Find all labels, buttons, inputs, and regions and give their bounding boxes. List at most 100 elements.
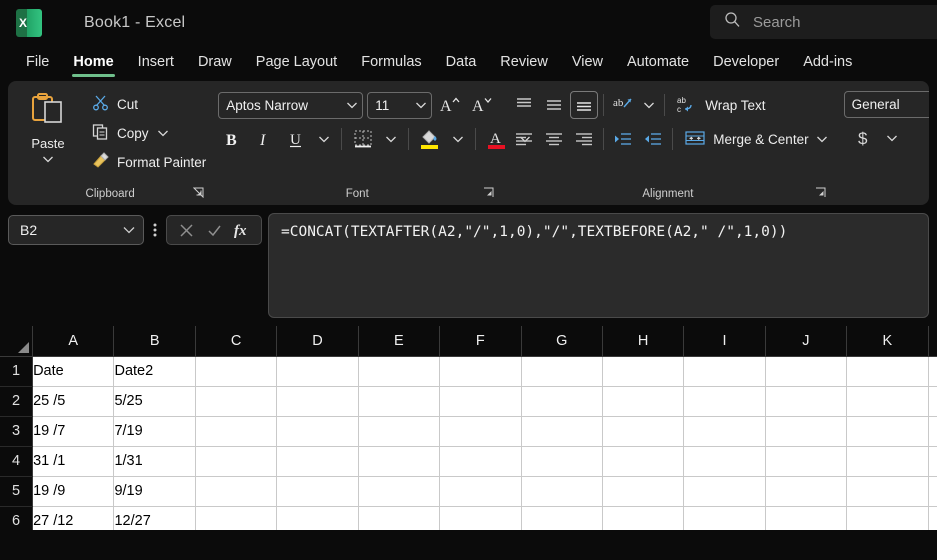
cell-g6[interactable] bbox=[521, 506, 603, 530]
column-header-g[interactable]: G bbox=[521, 326, 603, 357]
chevron-down-icon[interactable] bbox=[42, 151, 54, 169]
column-header-d[interactable]: D bbox=[276, 326, 359, 357]
column-header-h[interactable]: H bbox=[602, 326, 685, 357]
cell-b4[interactable]: 1/31 bbox=[113, 446, 196, 477]
column-header-l[interactable]: L bbox=[928, 326, 937, 357]
decrease-font-size-button[interactable]: A bbox=[468, 91, 496, 119]
chevron-down-icon[interactable] bbox=[415, 98, 427, 113]
cell-l3[interactable] bbox=[928, 416, 937, 447]
row-header-5[interactable]: 5 bbox=[0, 476, 34, 507]
column-header-k[interactable]: K bbox=[846, 326, 929, 357]
tab-formulas[interactable]: Formulas bbox=[349, 49, 433, 77]
cell-k6[interactable] bbox=[846, 506, 929, 530]
tab-review[interactable]: Review bbox=[488, 49, 560, 77]
enter-formula-button[interactable] bbox=[201, 217, 227, 243]
cell-f5[interactable] bbox=[439, 476, 522, 507]
column-header-c[interactable]: C bbox=[195, 326, 278, 357]
search-input[interactable]: Search bbox=[710, 5, 937, 39]
formula-input[interactable]: =CONCAT(TEXTAFTER(A2,"/",1,0),"/",TEXTBE… bbox=[268, 213, 929, 318]
decrease-indent-button[interactable] bbox=[609, 125, 637, 153]
cell-d5[interactable] bbox=[276, 476, 359, 507]
currency-format-button[interactable]: $ bbox=[850, 124, 878, 152]
copy-button[interactable]: Copy bbox=[86, 120, 212, 146]
cell-h1[interactable] bbox=[602, 356, 685, 387]
cut-button[interactable]: Cut bbox=[86, 91, 212, 117]
row-header-1[interactable]: 1 bbox=[0, 356, 34, 387]
cell-g5[interactable] bbox=[521, 476, 603, 507]
orientation-chevron-icon[interactable] bbox=[639, 91, 659, 119]
cell-d4[interactable] bbox=[276, 446, 359, 477]
cell-b2[interactable]: 5/25 bbox=[113, 386, 196, 417]
cell-h4[interactable] bbox=[602, 446, 685, 477]
cell-h6[interactable] bbox=[602, 506, 685, 530]
tab-file[interactable]: File bbox=[14, 49, 61, 77]
cell-h5[interactable] bbox=[602, 476, 685, 507]
align-middle-button[interactable] bbox=[540, 91, 568, 119]
cell-i1[interactable] bbox=[683, 356, 766, 387]
cell-a6[interactable]: 27 /12 bbox=[32, 506, 115, 530]
cell-j4[interactable] bbox=[765, 446, 848, 477]
name-box[interactable]: B2 bbox=[8, 215, 144, 245]
tab-home[interactable]: Home bbox=[61, 49, 125, 77]
cell-a3[interactable]: 19 /7 bbox=[32, 416, 115, 447]
tab-developer[interactable]: Developer bbox=[701, 49, 791, 77]
bold-button[interactable]: B bbox=[218, 125, 246, 153]
column-header-i[interactable]: I bbox=[683, 326, 766, 357]
merge-center-button[interactable]: Merge & Center bbox=[678, 125, 833, 153]
font-name-combo[interactable]: Aptos Narrow bbox=[218, 91, 364, 119]
cancel-formula-button[interactable] bbox=[173, 217, 199, 243]
cell-l5[interactable] bbox=[928, 476, 937, 507]
cell-g3[interactable] bbox=[521, 416, 603, 447]
column-header-a[interactable]: A bbox=[32, 326, 115, 357]
align-left-button[interactable] bbox=[510, 125, 538, 153]
spreadsheet-grid[interactable]: A B C D E F G H I J K L 1 Date Date2 bbox=[0, 326, 937, 530]
cell-i4[interactable] bbox=[683, 446, 766, 477]
insert-function-button[interactable]: fx bbox=[229, 217, 255, 243]
cell-g1[interactable] bbox=[521, 356, 603, 387]
borders-options-chevron-icon[interactable] bbox=[381, 125, 401, 153]
underline-options-chevron-icon[interactable] bbox=[314, 125, 334, 153]
cell-i2[interactable] bbox=[683, 386, 766, 417]
cell-b3[interactable]: 7/19 bbox=[113, 416, 196, 447]
cell-l1[interactable] bbox=[928, 356, 937, 387]
cell-c6[interactable] bbox=[195, 506, 278, 530]
cell-a2[interactable]: 25 /5 bbox=[32, 386, 115, 417]
cell-l4[interactable] bbox=[928, 446, 937, 477]
row-header-6[interactable]: 6 bbox=[0, 506, 34, 530]
cell-e6[interactable] bbox=[358, 506, 441, 530]
formula-bar-more-options[interactable] bbox=[144, 215, 166, 245]
tab-add-ins[interactable]: Add-ins bbox=[791, 49, 864, 77]
cell-k3[interactable] bbox=[846, 416, 929, 447]
alignment-dialog-launcher[interactable] bbox=[815, 187, 826, 198]
chevron-down-icon[interactable] bbox=[346, 98, 358, 113]
cell-f2[interactable] bbox=[439, 386, 522, 417]
cell-i6[interactable] bbox=[683, 506, 766, 530]
cell-f6[interactable] bbox=[439, 506, 522, 530]
cell-a4[interactable]: 31 /1 bbox=[32, 446, 115, 477]
cell-b5[interactable]: 9/19 bbox=[113, 476, 196, 507]
cell-l2[interactable] bbox=[928, 386, 937, 417]
align-right-button[interactable] bbox=[570, 125, 598, 153]
tab-insert[interactable]: Insert bbox=[126, 49, 186, 77]
cell-c3[interactable] bbox=[195, 416, 278, 447]
chevron-down-icon[interactable] bbox=[122, 222, 136, 238]
select-all-button[interactable] bbox=[0, 326, 34, 357]
cell-d1[interactable] bbox=[276, 356, 359, 387]
cell-e1[interactable] bbox=[358, 356, 441, 387]
cell-a5[interactable]: 19 /9 bbox=[32, 476, 115, 507]
column-header-b[interactable]: B bbox=[113, 326, 196, 357]
cell-i3[interactable] bbox=[683, 416, 766, 447]
cell-j1[interactable] bbox=[765, 356, 848, 387]
align-center-button[interactable] bbox=[540, 125, 568, 153]
italic-button[interactable]: I bbox=[250, 125, 278, 153]
cell-a1[interactable]: Date bbox=[32, 356, 115, 387]
cell-k1[interactable] bbox=[846, 356, 929, 387]
tab-data[interactable]: Data bbox=[434, 49, 489, 77]
chevron-down-icon[interactable] bbox=[157, 126, 169, 141]
column-header-j[interactable]: J bbox=[765, 326, 848, 357]
cell-g4[interactable] bbox=[521, 446, 603, 477]
number-format-combo[interactable]: General bbox=[843, 91, 929, 118]
tab-view[interactable]: View bbox=[560, 49, 615, 77]
row-header-4[interactable]: 4 bbox=[0, 446, 34, 477]
cell-f3[interactable] bbox=[439, 416, 522, 447]
